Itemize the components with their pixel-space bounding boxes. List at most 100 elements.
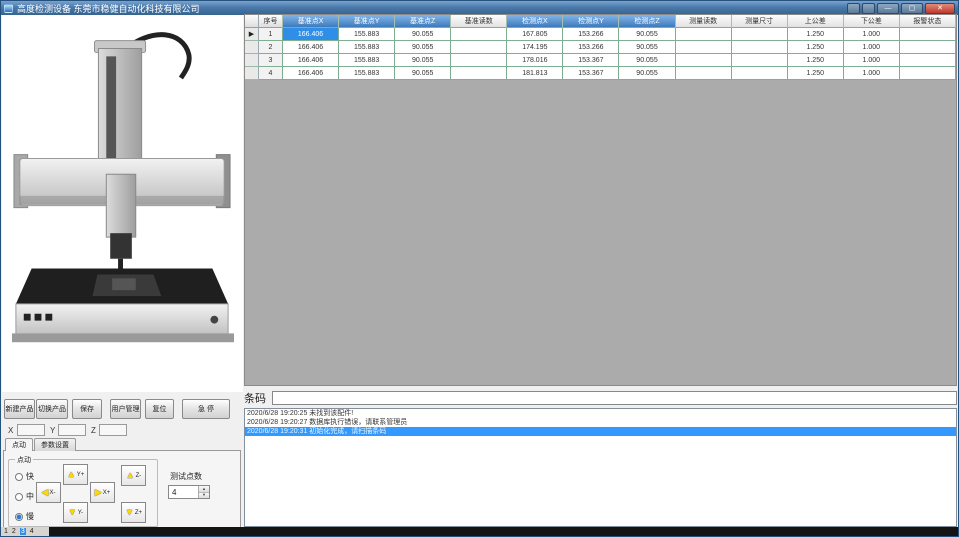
jog-y-plus-button[interactable]: ▲ Y+ [63, 464, 88, 485]
user-management-button[interactable]: 用户管理 [110, 399, 141, 419]
switch-product-button[interactable]: 切换产品 [36, 399, 68, 419]
table-cell[interactable]: 181.813 [507, 67, 563, 80]
log-line[interactable]: 2020/6/28 19:20:27 数据库执行错误，请联系管理员 [245, 418, 956, 427]
index-column-header[interactable]: 序号 [259, 15, 283, 28]
table-row[interactable]: 4166.406155.88390.055181.813153.36790.05… [245, 67, 956, 80]
table-cell[interactable] [676, 67, 732, 80]
jog-x-minus-button[interactable]: ◀ X- [36, 482, 61, 503]
row-header-cell[interactable]: ▶ [245, 28, 259, 41]
minimize-button[interactable]: — [877, 3, 899, 14]
log-line[interactable]: 2020/6/28 19:20:25 未找到该配件! [245, 409, 956, 418]
table-cell[interactable] [732, 67, 788, 80]
tab-parameter-settings[interactable]: 参数设置 [34, 438, 76, 451]
row-header-cell[interactable] [245, 67, 259, 80]
table-cell[interactable]: 166.406 [283, 54, 339, 67]
jog-z-minus-button[interactable]: ▲ Z- [121, 465, 146, 486]
jog-y-minus-button[interactable]: ▼ Y- [63, 502, 88, 523]
table-cell[interactable] [451, 67, 507, 80]
x-position-field[interactable] [17, 424, 45, 436]
tab-jog[interactable]: 点动 [5, 438, 33, 451]
table-cell[interactable]: 90.055 [395, 28, 451, 41]
table-cell[interactable] [451, 54, 507, 67]
table-cell[interactable]: 178.016 [507, 54, 563, 67]
column-header[interactable]: 报警状态 [900, 15, 956, 28]
table-cell[interactable]: 1.000 [844, 54, 900, 67]
table-cell[interactable]: 153.266 [563, 28, 619, 41]
speed-option-medium[interactable]: 中 [15, 491, 34, 502]
status-page-number[interactable]: 3 [20, 528, 26, 535]
table-cell[interactable] [451, 28, 507, 41]
table-cell[interactable] [732, 41, 788, 54]
column-header[interactable]: 基准点X [283, 15, 339, 28]
y-position-field[interactable] [58, 424, 86, 436]
jog-z-plus-button[interactable]: ▼ Z+ [121, 502, 146, 523]
table-row[interactable]: 3166.406155.88390.055178.016153.36790.05… [245, 54, 956, 67]
column-header[interactable]: 上公差 [788, 15, 844, 28]
maximize-button[interactable]: ▢ [901, 3, 923, 14]
table-cell[interactable]: 90.055 [619, 67, 675, 80]
new-product-button[interactable]: 新建产品 [4, 399, 35, 419]
table-cell[interactable]: 1.250 [788, 67, 844, 80]
column-header[interactable]: 下公差 [844, 15, 900, 28]
table-cell[interactable]: 90.055 [395, 41, 451, 54]
table-row[interactable]: 2166.406155.88390.055174.195153.26690.05… [245, 41, 956, 54]
column-header[interactable]: 测量尺寸 [732, 15, 788, 28]
table-cell[interactable]: 153.367 [563, 54, 619, 67]
column-header[interactable]: 检测点X [507, 15, 563, 28]
status-page-list[interactable]: 1234 [1, 527, 49, 536]
table-cell[interactable]: 153.367 [563, 67, 619, 80]
table-cell[interactable] [676, 41, 732, 54]
selected-cell[interactable]: 166.406 [283, 28, 339, 41]
column-header[interactable]: 基准点Y [339, 15, 395, 28]
data-grid[interactable]: 序号基准点X基准点Y基准点Z基准读数检测点X检测点Y检测点Z测量读数测量尺寸上公… [244, 14, 957, 386]
column-header[interactable]: 基准读数 [451, 15, 507, 28]
table-cell[interactable]: 1.250 [788, 41, 844, 54]
table-cell[interactable]: 90.055 [395, 67, 451, 80]
table-cell[interactable]: 90.055 [395, 54, 451, 67]
test-points-stepper[interactable]: 4 ▲ ▼ [168, 485, 210, 499]
jog-x-plus-button[interactable]: ▶ X+ [90, 482, 115, 503]
emergency-stop-button[interactable]: 急 停 [182, 399, 230, 419]
log-line[interactable]: 2020/6/28 19:20:31 初始化完成，请扫描条码 [245, 427, 956, 436]
table-cell[interactable]: 1.000 [844, 67, 900, 80]
table-cell[interactable]: 167.805 [507, 28, 563, 41]
table-cell[interactable] [900, 54, 956, 67]
table-cell[interactable]: 155.883 [339, 54, 395, 67]
table-cell[interactable] [900, 67, 956, 80]
table-cell[interactable]: 90.055 [619, 41, 675, 54]
table-cell[interactable]: 155.883 [339, 41, 395, 54]
speed-option-fast[interactable]: 快 [15, 471, 34, 482]
column-header[interactable]: 测量读数 [676, 15, 732, 28]
row-header-cell[interactable] [245, 41, 259, 54]
close-button[interactable]: ✕ [925, 3, 955, 14]
row-header-cell[interactable] [245, 54, 259, 67]
save-button[interactable]: 保存 [72, 399, 102, 419]
speed-option-slow[interactable]: 慢 [15, 511, 34, 522]
stepper-down-icon[interactable]: ▼ [199, 492, 209, 499]
table-cell[interactable]: 153.266 [563, 41, 619, 54]
column-header[interactable]: 检测点Y [563, 15, 619, 28]
status-page-number[interactable]: 2 [12, 528, 16, 535]
table-cell[interactable] [451, 41, 507, 54]
table-cell[interactable] [900, 41, 956, 54]
table-cell[interactable]: 166.406 [283, 41, 339, 54]
z-position-field[interactable] [99, 424, 127, 436]
table-cell[interactable]: 174.195 [507, 41, 563, 54]
reset-button[interactable]: 复位 [145, 399, 174, 419]
status-page-number[interactable]: 1 [4, 528, 8, 535]
table-row[interactable]: ▶1166.406155.88390.055167.805153.26690.0… [245, 28, 956, 41]
table-cell[interactable] [732, 28, 788, 41]
table-cell[interactable]: 90.055 [619, 54, 675, 67]
table-cell[interactable] [676, 28, 732, 41]
table-cell[interactable]: 155.883 [339, 28, 395, 41]
log-list[interactable]: 2020/6/28 19:20:25 未找到该配件!2020/6/28 19:2… [244, 408, 957, 527]
table-cell[interactable] [676, 54, 732, 67]
barcode-input[interactable] [272, 391, 957, 405]
table-cell[interactable]: 1.250 [788, 54, 844, 67]
table-cell[interactable] [900, 28, 956, 41]
titlebar-extra-button[interactable] [847, 3, 860, 14]
column-header[interactable]: 基准点Z [395, 15, 451, 28]
titlebar-extra-button[interactable] [862, 3, 875, 14]
table-cell[interactable]: 1.000 [844, 41, 900, 54]
table-cell[interactable]: 155.883 [339, 67, 395, 80]
